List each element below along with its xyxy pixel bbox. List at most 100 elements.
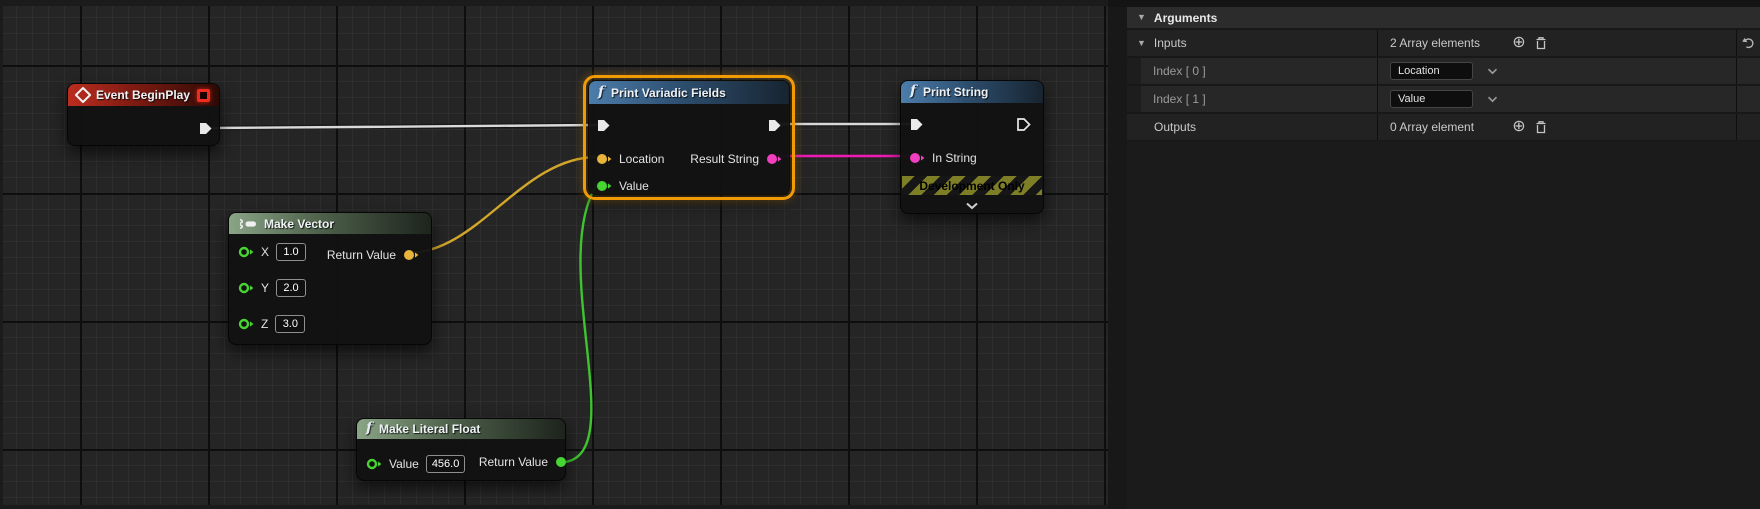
node-title: Print Variadic Fields [611,86,726,100]
clear-array-button[interactable] [1530,116,1552,138]
string-output-pin[interactable] [766,153,782,165]
pin-row [767,118,782,133]
float-input-pin-z[interactable] [238,318,254,330]
pin-label: Result String [690,152,759,166]
float-input-pin-y[interactable] [238,282,254,294]
argument-name-dropdown[interactable]: Value [1390,90,1473,108]
pin-label: X [261,245,269,259]
pin-row: Return Value [327,248,419,262]
vector-output-pin[interactable] [403,249,419,261]
pin-row: Return Value [479,455,568,469]
node-title: Print String [923,85,988,99]
string-input-pin[interactable] [909,152,925,164]
value-input-x[interactable]: 1.0 [276,243,306,261]
outputs-label: Outputs [1154,120,1196,134]
banner-label: Development Only [919,179,1024,193]
pin-row: Value 456.0 [366,455,465,473]
node-make-vector[interactable]: Make Vector X 1.0 Y 2.0 [228,212,432,345]
arguments-category-row[interactable]: ▼ Arguments [1127,7,1760,28]
argument-name-dropdown[interactable]: Location [1390,62,1473,80]
node-make-vector-header[interactable]: Make Vector [229,213,431,234]
exec-input-pin[interactable] [909,117,924,132]
node-title: Make Vector [264,217,334,231]
exec-output-pin[interactable] [767,118,782,133]
node-title: Event BeginPlay [96,88,190,102]
exec-output-pin-unconnected[interactable] [1016,117,1031,132]
pin-label: Y [261,281,269,295]
category-label: Arguments [1154,11,1217,25]
inputs-count: 2 Array elements [1390,36,1508,50]
pin-row [1016,117,1031,132]
value-input-y[interactable]: 2.0 [276,279,306,297]
wire-makevector-to-location[interactable] [408,157,597,253]
float-output-pin[interactable] [555,456,568,468]
pin-label: Return Value [479,455,548,469]
pin-row: X 1.0 [238,243,306,261]
pin-label: Return Value [327,248,396,262]
pin-row [909,117,924,132]
pin-label: Z [261,317,268,331]
reset-to-default-icon[interactable] [1741,37,1756,49]
value-input-z[interactable]: 3.0 [275,315,305,333]
category-expander-icon[interactable]: ▼ [1137,13,1146,22]
development-only-banner: Development Only [902,176,1042,195]
pin-row: In String [909,151,977,165]
input-index-0-row[interactable]: Index [ 0 ] Location [1127,58,1760,84]
function-icon: f [366,421,372,435]
pin-row: Location [596,152,664,166]
graph-top-border [0,0,1108,6]
vector-input-pin-location[interactable] [596,153,612,165]
details-panel: ▼ Arguments ▼ Inputs 2 Array elements ⊕ [1108,0,1760,509]
index-label: Index [ 0 ] [1153,64,1206,78]
inputs-expander-icon[interactable]: ▼ [1137,39,1146,48]
make-struct-icon [238,218,257,230]
add-array-element-button[interactable]: ⊕ [1508,116,1530,138]
pin-label: In String [932,151,977,165]
panel-empty-area [1127,141,1760,509]
add-array-element-button[interactable]: ⊕ [1508,32,1530,54]
node-event-beginplay[interactable]: Event BeginPlay [67,83,220,146]
pin-row [596,118,611,133]
inputs-label: Inputs [1154,36,1187,50]
float-input-pin-x[interactable] [238,246,254,258]
input-index-1-row[interactable]: Index [ 1 ] Value [1127,86,1760,112]
inputs-row[interactable]: ▼ Inputs 2 Array elements ⊕ [1127,30,1760,56]
pin-row: Value [596,179,649,193]
float-input-pin-value[interactable] [596,180,612,192]
function-icon: f [598,85,604,99]
dropdown-chevron-icon[interactable] [1487,96,1498,103]
node-title: Make Literal Float [379,422,480,436]
node-make-literal-float[interactable]: f Make Literal Float Value 456.0 Return … [356,418,566,481]
node-event-beginplay-header[interactable]: Event BeginPlay [68,84,219,106]
exec-output-pin[interactable] [198,121,213,136]
graph-left-border [0,0,3,509]
blueprint-graph-canvas[interactable]: Event BeginPlay Make Vector [0,0,1108,509]
float-input-pin-value[interactable] [366,458,382,470]
function-icon: f [910,84,916,98]
pin-row [198,121,213,136]
index-label: Index [ 1 ] [1153,92,1206,106]
pin-label: Value [619,179,649,193]
outputs-row[interactable]: Outputs 0 Array element ⊕ [1127,114,1760,140]
node-print-string[interactable]: f Print String In String [900,80,1044,214]
pin-row: Y 2.0 [238,279,306,297]
value-input-float[interactable]: 456.0 [426,455,466,473]
dropdown-chevron-icon[interactable] [1487,68,1498,75]
node-print-variadic-fields-header[interactable]: f Print Variadic Fields [589,81,789,104]
exec-input-pin[interactable] [596,118,611,133]
blueprint-editor: Event BeginPlay Make Vector [0,0,1760,509]
event-editable-red-square-icon [197,89,210,102]
pin-row: Result String [690,152,782,166]
clear-array-button[interactable] [1530,32,1552,54]
pin-row: Z 3.0 [238,315,305,333]
pin-label: Value [389,457,419,471]
node-print-string-header[interactable]: f Print String [901,81,1043,103]
graph-bottom-border [0,505,1108,509]
event-diamond-icon [75,87,92,104]
outputs-count: 0 Array element [1390,120,1508,134]
pin-label: Location [619,152,664,166]
node-make-literal-float-header[interactable]: f Make Literal Float [357,419,565,439]
node-print-variadic-fields[interactable]: f Print Variadic Fields Location [588,80,790,195]
expand-node-chevron-icon[interactable] [965,202,979,210]
wire-makeliteralfloat-to-value[interactable] [565,184,597,462]
